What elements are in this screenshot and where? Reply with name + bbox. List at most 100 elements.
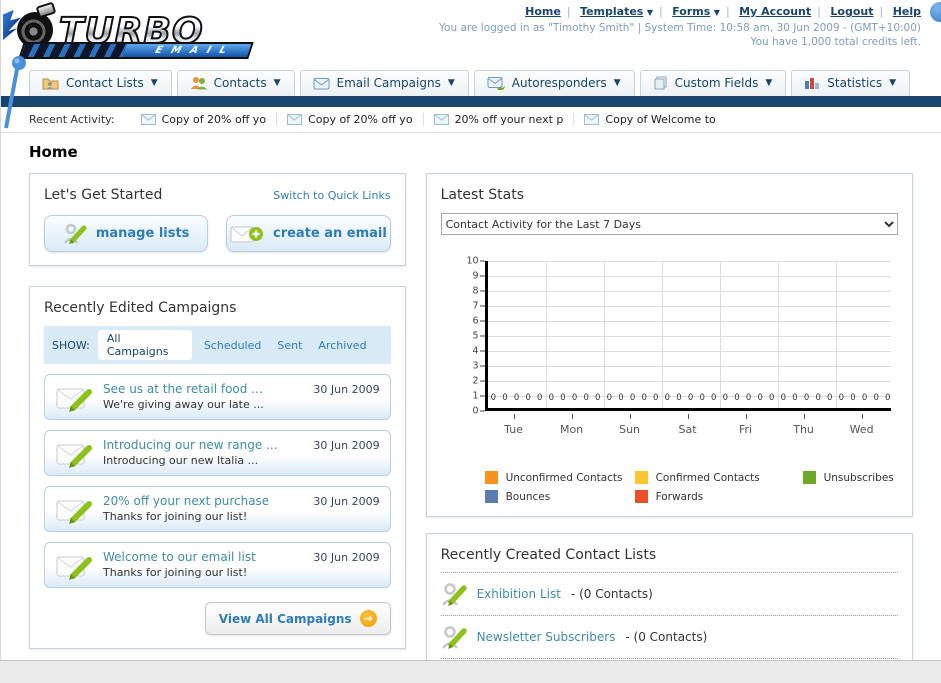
nav-my-account-link[interactable]: My Account bbox=[739, 5, 811, 18]
nav-templates-link[interactable]: Templates bbox=[580, 5, 643, 18]
ytick: 6 bbox=[472, 315, 479, 327]
filter-sent[interactable]: Sent bbox=[277, 339, 302, 352]
gridline-v bbox=[545, 261, 547, 408]
xtickmark bbox=[687, 414, 689, 419]
xtick: Wed bbox=[849, 423, 874, 436]
val-label: 0 bbox=[595, 393, 601, 403]
val-label: 0 bbox=[606, 393, 613, 403]
chevron-down-icon: ▼ bbox=[646, 8, 654, 17]
campaign-row[interactable]: See us at the retail food ... We're givi… bbox=[44, 374, 391, 420]
contact-list-link[interactable]: Exhibition List bbox=[477, 587, 561, 601]
contact-activity-chart: 0 1 2 3 4 5 6 7 8 9 10 000000000000000000000000000… bbox=[447, 256, 894, 457]
stats-period-select[interactable]: Contact Activity for the Last 7 Days bbox=[440, 213, 898, 235]
filter-all-campaigns[interactable]: All Campaigns bbox=[97, 330, 192, 360]
person-pencil-icon bbox=[441, 583, 467, 606]
tab-email-campaigns[interactable]: Email Campaigns ▼ bbox=[299, 70, 469, 96]
nav-help-link[interactable]: Help bbox=[893, 5, 921, 18]
tab-statistics[interactable]: Statistics ▼ bbox=[791, 70, 911, 96]
nav-logout-link[interactable]: Logout bbox=[830, 5, 873, 18]
gridline-h bbox=[487, 336, 891, 337]
create-email-button[interactable]: create an email bbox=[226, 215, 391, 252]
val-label: 0 bbox=[827, 393, 833, 403]
top-navigation: Home | Templates ▼ | Forms ▼ | My Account | … bbox=[525, 5, 921, 18]
tab-custom-fields[interactable]: Custom Fields ▼ bbox=[639, 70, 787, 96]
filter-scheduled[interactable]: Scheduled bbox=[204, 339, 262, 352]
get-started-panel: Let's Get Started Switch to Quick Links … bbox=[29, 173, 406, 266]
switch-quick-links-link[interactable]: Switch to Quick Links bbox=[273, 189, 390, 202]
chart-xaxis: Tue Mon Sun Sat Fri Thu Wed bbox=[485, 414, 891, 444]
campaign-row[interactable]: 20% off your next purchase Thanks for jo… bbox=[44, 486, 391, 532]
campaign-subtitle: Thanks for joining our list! bbox=[103, 510, 248, 523]
chevron-down-icon: ▼ bbox=[150, 78, 158, 88]
get-started-title: Let's Get Started bbox=[44, 187, 163, 203]
person-pencil-icon bbox=[441, 626, 467, 649]
recent-activity-item[interactable]: Copy of Welcome to bbox=[574, 113, 725, 126]
val-label: 0 bbox=[490, 393, 497, 403]
nav-home-link[interactable]: Home bbox=[525, 5, 561, 18]
campaign-date: 30 Jun 2009 bbox=[313, 383, 380, 396]
manage-lists-button[interactable]: manage lists bbox=[44, 215, 209, 252]
val-label: 0 bbox=[873, 393, 879, 403]
tab-contacts[interactable]: Contacts ▼ bbox=[176, 70, 295, 96]
val-label: 0 bbox=[537, 393, 543, 403]
activity-text: Copy of 20% off yo bbox=[308, 113, 413, 126]
campaign-subtitle: Introducing our new Italia ... bbox=[103, 454, 259, 467]
val-label: 0 bbox=[548, 393, 555, 403]
nav-forms-link[interactable]: Forms bbox=[672, 5, 710, 18]
ytick: 2 bbox=[472, 375, 479, 387]
separator: | bbox=[725, 5, 730, 18]
envelope-pencil-icon bbox=[56, 556, 92, 580]
ytick: 0 bbox=[472, 405, 479, 417]
recent-activity-item[interactable]: Copy of 20% off yo bbox=[131, 113, 278, 126]
legend-item: Bounces bbox=[484, 490, 635, 503]
main-tab-bar: Contact Lists ▼ Contacts ▼ Email Campaigns… bbox=[1, 66, 941, 96]
envelope-reply-icon bbox=[487, 77, 505, 90]
campaign-row[interactable]: Welcome to our email list Thanks for joi… bbox=[44, 542, 391, 588]
val-label: 0 bbox=[792, 393, 798, 403]
arrow-right-icon: → bbox=[359, 610, 377, 627]
recent-activity-item[interactable]: Copy of 20% off yo bbox=[277, 113, 424, 126]
ytick: 10 bbox=[466, 255, 479, 267]
ytick: 5 bbox=[472, 330, 479, 342]
contact-list-count: - (0 Contacts) bbox=[570, 587, 653, 601]
xtick: Sat bbox=[678, 423, 697, 436]
chart-yaxis: 0 1 2 3 4 5 6 7 8 9 10 bbox=[447, 256, 485, 417]
envelope-pencil-icon bbox=[56, 388, 92, 412]
pin-decoration bbox=[4, 56, 26, 129]
legend-swatch bbox=[802, 471, 816, 484]
val-label: 0 bbox=[711, 393, 717, 403]
xtick: Sun bbox=[619, 423, 641, 436]
person-pencil-icon bbox=[63, 223, 87, 244]
app-frame: TURBO EMAIL Home | Templates ▼ | Forms ▼ | … bbox=[0, 0, 941, 661]
val-label: 0 bbox=[757, 393, 763, 403]
xtickmark bbox=[745, 414, 747, 419]
val-label: 0 bbox=[734, 393, 740, 403]
legend-item: Confirmed Contacts bbox=[634, 471, 803, 484]
header: TURBO EMAIL Home | Templates ▼ | Forms ▼ | … bbox=[1, 0, 941, 66]
gridline-v bbox=[835, 261, 837, 408]
val-label: 0 bbox=[838, 393, 845, 403]
tab-label: Contacts bbox=[213, 76, 267, 90]
tab-autoresponders[interactable]: Autoresponders ▼ bbox=[473, 70, 635, 96]
gridline-h bbox=[487, 351, 891, 352]
contact-list-link[interactable]: Newsletter Subscribers bbox=[477, 630, 616, 644]
legend-item: Forwards bbox=[634, 490, 803, 503]
campaign-row[interactable]: Introducing our new range ... Introducin… bbox=[44, 430, 391, 476]
campaign-date: 30 Jun 2009 bbox=[313, 551, 380, 564]
view-all-campaigns-label: View All Campaigns bbox=[218, 611, 352, 626]
latest-stats-panel: Latest Stats Contact Activity for the La… bbox=[425, 173, 913, 517]
recent-activity-bar: Recent Activity: Copy of 20% off yo Copy… bbox=[1, 107, 941, 133]
gridline-h bbox=[487, 261, 891, 262]
contact-list-count: - (0 Contacts) bbox=[625, 630, 708, 644]
tab-label: Contact Lists bbox=[66, 76, 144, 90]
turbo-email-logo: TURBO EMAIL bbox=[3, 1, 259, 60]
view-all-campaigns-button[interactable]: View All Campaigns → bbox=[204, 602, 391, 635]
val-label: 0 bbox=[780, 393, 787, 403]
recent-activity-item[interactable]: 20% off your next p bbox=[424, 113, 575, 126]
chart-legend: Unconfirmed Contacts Confirmed Contacts … bbox=[484, 471, 898, 503]
gridline-h bbox=[487, 276, 891, 277]
tab-contact-lists[interactable]: Contact Lists ▼ bbox=[29, 70, 172, 96]
val-label: 0 bbox=[676, 393, 682, 403]
contacts-people-icon bbox=[190, 77, 207, 90]
filter-archived[interactable]: Archived bbox=[318, 339, 366, 352]
